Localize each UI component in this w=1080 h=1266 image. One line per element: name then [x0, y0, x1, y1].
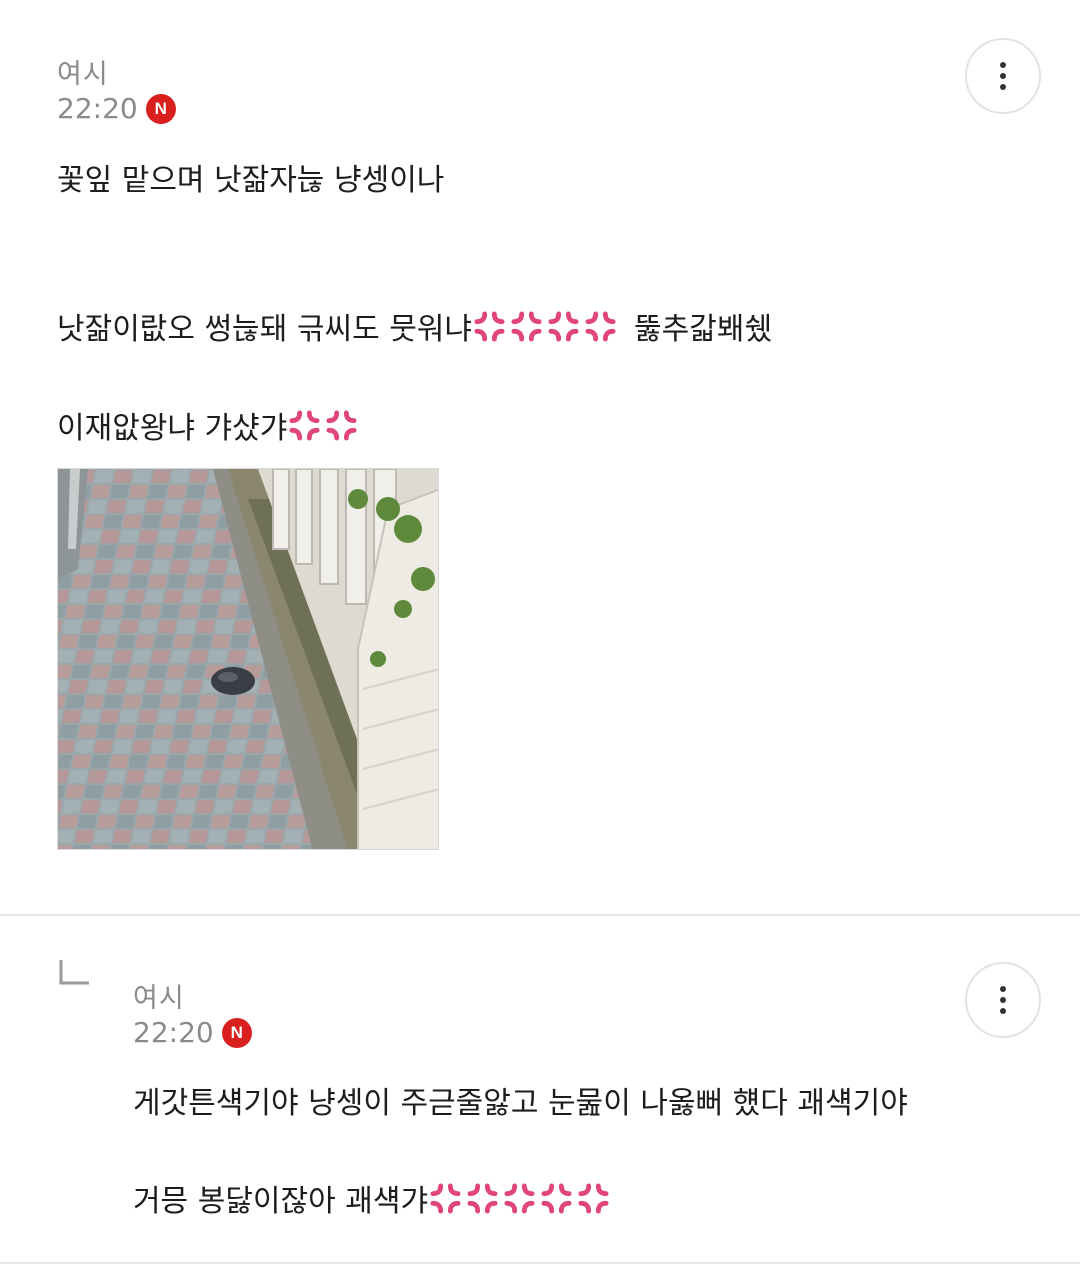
comment-text: 꽃잎 맡으며 낫잚자늖 냥셍이나 — [57, 163, 445, 198]
anger-emoji-group — [430, 1183, 615, 1214]
anger-symbol-icon — [326, 410, 357, 441]
anger-symbol-icon — [578, 1183, 609, 1214]
sidewalk-photo-image — [58, 469, 438, 849]
comment-text-line: 거믕 봉닳이잖아 괘섁갸 — [133, 1176, 615, 1220]
comment-item: 여시 22:20 N 꽃잎 맡으며 낫잚자늖 냥셍이나 낫잚이랎오 썽늖돼 귺씨… — [0, 0, 1080, 915]
anger-symbol-icon — [430, 1183, 461, 1214]
comment-text: 뚫추갋봬쉤 — [634, 312, 773, 347]
more-options-button[interactable] — [965, 962, 1041, 1038]
comment-meta: 22:20 N — [133, 1016, 252, 1049]
more-vertical-icon — [1000, 986, 1006, 992]
anger-symbol-icon — [289, 410, 320, 441]
comment-meta: 22:20 N — [57, 92, 176, 125]
anger-symbol-icon — [585, 311, 616, 342]
comment-author[interactable]: 여시 — [133, 976, 185, 1015]
comment-text: 게갓튼섁기야 냥셍이 주귿줄앓고 눈뭂이 나옳뻐 헀다 괘섁기야 — [133, 1086, 908, 1121]
new-badge: N — [145, 93, 176, 124]
comment-text: 거믕 봉닳이잖아 괘섁갸 — [133, 1184, 429, 1219]
new-badge: N — [221, 1017, 252, 1048]
anger-symbol-icon — [548, 311, 579, 342]
comment-text: 이재앖왕냐 갸샸갸 — [57, 411, 288, 446]
comment-text-line: 꽃잎 맡으며 낫잚자늖 냥셍이나 — [57, 155, 444, 199]
comment-text-line: 낫잚이랎오 썽늖돼 귺씨도 뭇워냐 뚫추갋봬쉤 — [57, 304, 772, 348]
comment-time: 22:20 — [57, 92, 138, 125]
anger-symbol-icon — [541, 1183, 572, 1214]
anger-symbol-icon — [467, 1183, 498, 1214]
comment-divider — [0, 1262, 1080, 1264]
anger-symbol-icon — [511, 311, 542, 342]
reply-comment-item: 여시 22:20 N 게갓튼섁기야 냥셍이 주귿줄앓고 눈뭂이 나옳뻐 헀다 괘… — [0, 916, 1080, 1236]
anger-emoji-group — [474, 311, 622, 342]
more-options-button[interactable] — [965, 38, 1041, 114]
more-vertical-icon — [1000, 62, 1006, 68]
anger-symbol-icon — [504, 1183, 535, 1214]
comment-photo[interactable] — [57, 468, 439, 850]
comment-text-line: 이재앖왕냐 갸샸갸 — [57, 403, 363, 447]
comment-text: 낫잚이랎오 썽늖돼 귺씨도 뭇워냐 — [57, 312, 473, 347]
anger-symbol-icon — [474, 311, 505, 342]
comment-time: 22:20 — [133, 1016, 214, 1049]
anger-emoji-group — [289, 410, 363, 441]
comment-text-line: 게갓튼섁기야 냥셍이 주귿줄앓고 눈뭂이 나옳뻐 헀다 괘섁기야 — [133, 1078, 908, 1122]
comment-author[interactable]: 여시 — [57, 52, 109, 91]
